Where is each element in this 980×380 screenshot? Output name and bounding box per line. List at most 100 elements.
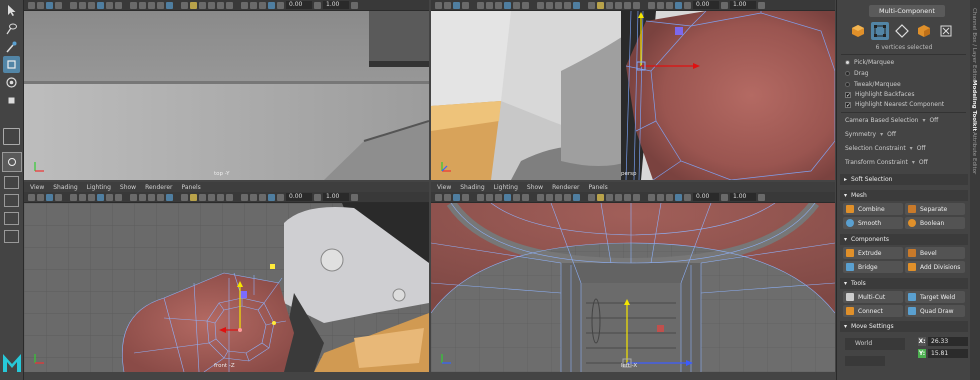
move-tool-icon[interactable] [3, 56, 20, 73]
scale-tool-icon[interactable] [3, 92, 20, 109]
viewport-side[interactable]: View Shading Lighting Show Renderer Pane… [431, 182, 835, 372]
target-weld-button[interactable]: Target Weld [905, 291, 965, 303]
menu-panels[interactable]: Panels [588, 184, 607, 191]
viewport-canvas[interactable] [431, 199, 835, 372]
viewport-canvas[interactable] [24, 11, 429, 180]
gamma-field[interactable]: 1.00 [730, 193, 756, 201]
button-label: Bridge [858, 263, 878, 271]
viewport-top[interactable]: 0.00 1.00 top -Y [24, 0, 429, 180]
extrude-button[interactable]: Extrude [843, 247, 903, 259]
menu-view[interactable]: View [30, 184, 44, 191]
menu-panels[interactable]: Panels [181, 184, 200, 191]
select-tool-icon[interactable] [3, 2, 20, 19]
menu-show[interactable]: Show [120, 184, 136, 191]
selection-constraint-dropdown[interactable]: Selection Constraint ▾ Off [845, 145, 926, 152]
add-divisions-button[interactable]: Add Divisions [905, 261, 965, 273]
bevel-button[interactable]: Bevel [905, 247, 965, 259]
multi-cut-button[interactable]: Multi-Cut [843, 291, 903, 303]
menu-lighting[interactable]: Lighting [494, 184, 518, 191]
viewport-front[interactable]: View Shading Lighting Show Renderer Pane… [24, 182, 429, 372]
multi-component-button[interactable]: Multi-Component [869, 5, 945, 17]
dropdown-value: Off [916, 145, 926, 152]
edge-mode-icon[interactable] [893, 22, 911, 40]
viewport-persp[interactable]: 0.00 1.00 persp [431, 0, 835, 180]
gamma-field[interactable]: 1.00 [323, 193, 349, 201]
step-snap-field[interactable] [845, 356, 885, 366]
dropdown-value: Off [918, 159, 928, 166]
outliner-layout-icon[interactable] [4, 230, 19, 243]
connect-button[interactable]: Connect [843, 305, 903, 317]
axis-orientation-dropdown[interactable]: World [845, 338, 905, 350]
face-mode-icon[interactable] [915, 22, 933, 40]
menu-view[interactable]: View [437, 184, 451, 191]
tab-channel-box[interactable]: Channel Box / Layer Editor [971, 8, 977, 81]
rotate-tool-icon[interactable] [3, 74, 20, 91]
radio-icon[interactable] [845, 71, 850, 76]
menu-renderer[interactable]: Renderer [552, 184, 579, 191]
checkbox-icon[interactable]: ✓ [845, 91, 851, 98]
section-title: Mesh [851, 192, 867, 199]
y-value[interactable]: 15.81 [928, 348, 968, 358]
menu-renderer[interactable]: Renderer [145, 184, 172, 191]
menu-shading[interactable]: Shading [460, 184, 484, 191]
button-label: Extrude [858, 249, 882, 257]
combine-button[interactable]: Combine [843, 203, 903, 215]
quad-draw-button[interactable]: Quad Draw [905, 305, 965, 317]
checkbox-icon[interactable]: ✓ [845, 101, 851, 108]
separate-icon [908, 205, 916, 213]
axis-gizmo-icon [34, 354, 44, 364]
button-label: Bevel [920, 249, 937, 257]
menu-show[interactable]: Show [527, 184, 543, 191]
move-settings-header[interactable]: ▾ Move Settings [840, 321, 968, 332]
tools-section-header[interactable]: ▾ Tools [840, 278, 968, 289]
button-label: Combine [858, 205, 885, 213]
four-pane-layout-icon[interactable] [4, 176, 19, 189]
exposure-field[interactable]: 0.00 [693, 1, 719, 9]
y-coordinate-field[interactable]: Y: 15.81 [918, 348, 968, 358]
highlight-nearest-checkbox[interactable]: ✓ Highlight Nearest Component [845, 101, 944, 108]
x-coordinate-field[interactable]: X: 26.33 [918, 336, 968, 346]
single-pane-layout-icon[interactable] [2, 152, 22, 172]
smooth-button[interactable]: Smooth [843, 217, 903, 229]
dropdown-value: Off [929, 117, 939, 124]
vertex-mode-icon[interactable] [871, 22, 889, 40]
bridge-button[interactable]: Bridge [843, 261, 903, 273]
tweak-marquee-option[interactable]: Tweak/Marquee [845, 81, 901, 88]
mesh-section-header[interactable]: ▾ Mesh [840, 190, 968, 201]
viewport-canvas[interactable] [24, 203, 429, 372]
viewport-canvas[interactable] [431, 10, 835, 180]
uv-mode-icon[interactable] [937, 22, 955, 40]
gamma-field[interactable]: 1.00 [730, 1, 756, 9]
two-pane-side-layout-icon[interactable] [4, 194, 19, 207]
menu-lighting[interactable]: Lighting [87, 184, 111, 191]
soft-selection-header[interactable]: ▸ Soft Selection [840, 174, 968, 185]
transform-constraint-dropdown[interactable]: Transform Constraint ▾ Off [845, 159, 928, 166]
chevron-down-icon: ▾ [880, 131, 884, 138]
drag-option[interactable]: Drag [845, 70, 869, 77]
components-section-header[interactable]: ▾ Components [840, 234, 968, 245]
paint-select-icon[interactable] [3, 38, 20, 55]
object-mode-icon[interactable] [849, 22, 867, 40]
camera-based-selection-dropdown[interactable]: Camera Based Selection ▾ Off [845, 117, 938, 124]
tab-attribute-editor[interactable]: Attribute Editor [971, 132, 977, 174]
render-view-icon[interactable] [3, 128, 20, 145]
gamma-field[interactable]: 1.00 [323, 1, 349, 9]
tab-modeling-toolkit[interactable]: Modeling Toolkit [971, 80, 977, 131]
boolean-button[interactable]: Boolean [905, 217, 965, 229]
lasso-tool-icon[interactable] [3, 20, 20, 37]
symmetry-dropdown[interactable]: Symmetry ▾ Off [845, 131, 896, 138]
radio-icon[interactable] [845, 82, 850, 87]
option-label: Highlight Nearest Component [855, 101, 945, 108]
exposure-field[interactable]: 0.00 [286, 193, 312, 201]
separate-button[interactable]: Separate [905, 203, 965, 215]
x-value[interactable]: 26.33 [928, 336, 968, 346]
two-pane-stacked-layout-icon[interactable] [4, 212, 19, 225]
menu-shading[interactable]: Shading [53, 184, 77, 191]
highlight-backfaces-checkbox[interactable]: ✓ Highlight Backfaces [845, 91, 914, 98]
radio-icon[interactable] [845, 60, 850, 65]
viewport-toolbar: 0.00 1.00 [24, 192, 429, 203]
pick-marquee-option[interactable]: Pick/Marquee [845, 59, 894, 66]
combine-icon [846, 205, 854, 213]
exposure-field[interactable]: 0.00 [286, 1, 312, 9]
exposure-field[interactable]: 0.00 [693, 193, 719, 201]
